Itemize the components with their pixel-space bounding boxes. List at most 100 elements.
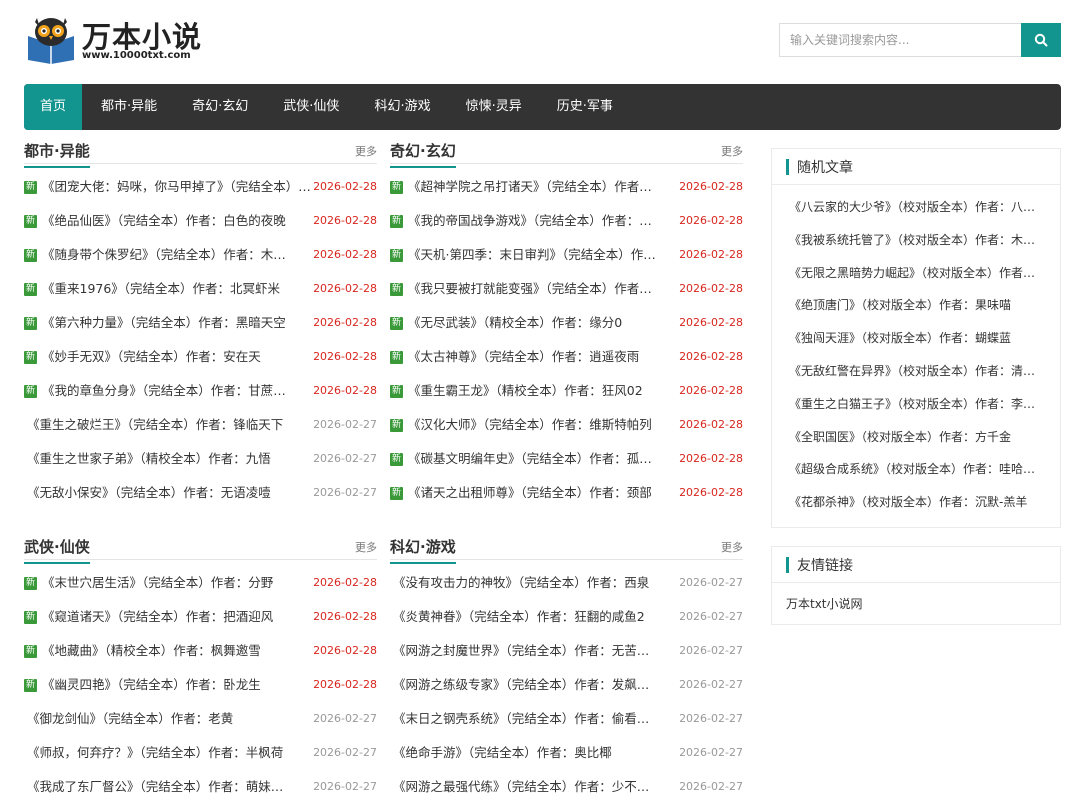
- book-date: 2026-02-28: [313, 610, 377, 623]
- nav-item-history[interactable]: 历史·军事: [541, 84, 629, 130]
- main-nav: 首页 都市·异能 奇幻·玄幻 武侠·仙侠 科幻·游戏 惊悚·灵异 历史·军事: [24, 84, 1061, 130]
- book-title-link[interactable]: 《末世穴居生活》（完结全本）作者：分野: [42, 566, 318, 600]
- book-title-link[interactable]: 《重生霸王龙》（精校全本）作者：狂风02: [408, 374, 684, 408]
- book-item: 《末日之钢壳系统》（完结全本）作者：偷看… 2026-02-27: [390, 702, 743, 736]
- book-title-link[interactable]: 《重生之破烂王》（完结全本）作者：锋临天下: [27, 408, 318, 442]
- panel-title: 友情链接: [797, 558, 853, 574]
- book-title-link[interactable]: 《网游之封魔世界》（完结全本）作者：无苦…: [393, 634, 684, 668]
- section-title[interactable]: 武侠·仙侠: [24, 536, 90, 564]
- book-title-link[interactable]: 《炎黄神眷》（完结全本）作者：狂翻的咸鱼2: [393, 600, 684, 634]
- book-title-link[interactable]: 《地藏曲》（精校全本）作者：枫舞邀雪: [42, 634, 318, 668]
- book-date: 2026-02-28: [313, 214, 377, 227]
- book-title-link[interactable]: 《碳基文明编年史》（完结全本）作者：孤…: [408, 442, 684, 476]
- book-date: 2026-02-27: [679, 746, 743, 759]
- panel-header: 随机文章: [772, 149, 1060, 185]
- book-date: 2026-02-28: [313, 180, 377, 193]
- book-title-link[interactable]: 《重生之世家子弟》（精校全本）作者：九悟: [27, 442, 318, 476]
- book-item: 新《团宠大佬：妈咪，你马甲掉了》（完结全本）作者：… 2026-02-28: [24, 170, 377, 204]
- book-date: 2026-02-27: [679, 678, 743, 691]
- book-title-link[interactable]: 《师叔，何弃疗？》（完结全本）作者：半枫荷: [27, 736, 318, 770]
- random-article-link[interactable]: 《无限之黑暗势力崛起》（校对版全本）作者…: [789, 257, 1046, 290]
- book-title-link[interactable]: 《团宠大佬：妈咪，你马甲掉了》（完结全本）作者：…: [42, 170, 318, 204]
- new-badge-icon: 新: [24, 385, 37, 398]
- book-item: 《御龙剑仙》（完结全本）作者：老黄 2026-02-27: [24, 702, 377, 736]
- book-title-link[interactable]: 《末日之钢壳系统》（完结全本）作者：偷看…: [393, 702, 684, 736]
- book-title-link[interactable]: 《无敌小保安》（完结全本）作者：无语凌噎: [27, 476, 318, 510]
- site-logo[interactable]: 万本小说 www.10000txt.com: [24, 12, 214, 68]
- book-date: 2026-02-27: [679, 712, 743, 725]
- book-title-link[interactable]: 《没有攻击力的神牧》（完结全本）作者：西泉: [393, 566, 684, 600]
- book-title-link[interactable]: 《我只要被打就能变强》（完结全本）作者…: [408, 272, 684, 306]
- random-article-link[interactable]: 《无敌红警在异界》（校对版全本）作者：清…: [789, 355, 1046, 388]
- book-list: 新《末世穴居生活》（完结全本）作者：分野 2026-02-28 新《窥道诸天》（完结…: [24, 566, 377, 804]
- random-article-link[interactable]: 《绝顶唐门》（校对版全本）作者：果味喵: [789, 289, 1046, 322]
- book-title-link[interactable]: 《网游之最强代练》（完结全本）作者：少不…: [393, 770, 684, 804]
- nav-item-scifi[interactable]: 科幻·游戏: [358, 84, 446, 130]
- book-title-link[interactable]: 《我成了东厂督公》（完结全本）作者：萌妹…: [27, 770, 318, 804]
- nav-item-urban[interactable]: 都市·异能: [85, 84, 173, 130]
- book-date: 2026-02-27: [313, 712, 377, 725]
- random-article-link[interactable]: 《花都杀神》（校对版全本）作者：沉默-羔羊: [789, 486, 1046, 519]
- book-date: 2026-02-27: [313, 746, 377, 759]
- book-title-link[interactable]: 《诸天之出租师尊》（完结全本）作者：颈部: [408, 476, 684, 510]
- random-article-link[interactable]: 《八云家的大少爷》（校对版全本）作者：八…: [789, 191, 1046, 224]
- random-article-link[interactable]: 《超级合成系统》（校对版全本）作者：哇哈…: [789, 453, 1046, 486]
- section-title[interactable]: 都市·异能: [24, 140, 90, 168]
- book-item: 新《无尽武装》（精校全本）作者：缘分0 2026-02-28: [390, 306, 743, 340]
- book-list: 《没有攻击力的神牧》（完结全本）作者：西泉 2026-02-27 《炎黄神眷》（完结…: [390, 566, 743, 804]
- more-link[interactable]: 更多: [721, 143, 743, 159]
- book-title-link[interactable]: 《第六种力量》（完结全本）作者：黑暗天空: [42, 306, 318, 340]
- search-box: [779, 23, 1061, 57]
- book-title-link[interactable]: 《天机·第四季：末日审判》（完结全本）作…: [408, 238, 684, 272]
- book-title-link[interactable]: 《我的章鱼分身》（完结全本）作者：甘蔗…: [42, 374, 318, 408]
- random-article-link[interactable]: 《全职国医》（校对版全本）作者：方千金: [789, 421, 1046, 454]
- new-badge-icon: 新: [390, 181, 403, 194]
- panel-accent-bar: [786, 159, 789, 175]
- nav-item-home[interactable]: 首页: [24, 84, 83, 130]
- book-title-link[interactable]: 《无尽武装》（精校全本）作者：缘分0: [408, 306, 684, 340]
- book-date: 2026-02-28: [679, 248, 743, 261]
- book-title-link[interactable]: 《我的帝国战争游戏》（完结全本）作者：…: [408, 204, 684, 238]
- book-title-link[interactable]: 《绝品仙医》（完结全本）作者：白色的夜晚: [42, 204, 318, 238]
- book-item: 新《重生霸王龙》（精校全本）作者：狂风02 2026-02-28: [390, 374, 743, 408]
- site-url: www.10000txt.com: [82, 50, 191, 61]
- random-articles-panel: 随机文章 《八云家的大少爷》（校对版全本）作者：八… 《我被系统托管了》（校对版全…: [771, 148, 1061, 528]
- search-input[interactable]: [779, 23, 1021, 57]
- book-item: 新《我只要被打就能变强》（完结全本）作者… 2026-02-28: [390, 272, 743, 306]
- section-title[interactable]: 奇幻·玄幻: [390, 140, 456, 168]
- search-button[interactable]: [1021, 23, 1061, 57]
- nav-item-wuxia[interactable]: 武侠·仙侠: [267, 84, 355, 130]
- book-item: 新《幽灵四艳》（完结全本）作者：卧龙生 2026-02-28: [24, 668, 377, 702]
- book-title-link[interactable]: 《随身带个侏罗纪》（完结全本）作者：木…: [42, 238, 318, 272]
- more-link[interactable]: 更多: [355, 539, 377, 555]
- book-title-link[interactable]: 《御龙剑仙》（完结全本）作者：老黄: [27, 702, 318, 736]
- book-item: 《网游之练级专家》（完结全本）作者：发飙… 2026-02-27: [390, 668, 743, 702]
- book-item: 《网游之最强代练》（完结全本）作者：少不… 2026-02-27: [390, 770, 743, 804]
- nav-item-fantasy[interactable]: 奇幻·玄幻: [176, 84, 264, 130]
- section-title[interactable]: 科幻·游戏: [390, 536, 456, 564]
- book-title-link[interactable]: 《超神学院之吊打诸天》（完结全本）作者…: [408, 170, 684, 204]
- book-title-link[interactable]: 《重来1976》（完结全本）作者：北冥虾米: [42, 272, 318, 306]
- book-date: 2026-02-28: [679, 384, 743, 397]
- friend-link[interactable]: 万本txt小说网: [772, 583, 1060, 624]
- random-article-link[interactable]: 《我被系统托管了》（校对版全本）作者：木…: [789, 224, 1046, 257]
- random-article-link[interactable]: 《重生之白猫王子》（校对版全本）作者：李…: [789, 388, 1046, 421]
- book-title-link[interactable]: 《妙手无双》（完结全本）作者：安在天: [42, 340, 318, 374]
- book-title-link[interactable]: 《绝命手游》（完结全本）作者：奥比椰: [393, 736, 684, 770]
- book-title-link[interactable]: 《太古神尊》（完结全本）作者：逍遥夜雨: [408, 340, 684, 374]
- friend-links-panel: 友情链接 万本txt小说网: [771, 546, 1061, 625]
- book-title-link[interactable]: 《幽灵四艳》（完结全本）作者：卧龙生: [42, 668, 318, 702]
- new-badge-icon: 新: [390, 249, 403, 262]
- book-item: 新《我的帝国战争游戏》（完结全本）作者：… 2026-02-28: [390, 204, 743, 238]
- book-list: 新《团宠大佬：妈咪，你马甲掉了》（完结全本）作者：… 2026-02-28 新 《绝品…: [24, 170, 377, 510]
- book-title-link[interactable]: 《网游之练级专家》（完结全本）作者：发飙…: [393, 668, 684, 702]
- section-wuxia: 武侠·仙侠 更多 新《末世穴居生活》（完结全本）作者：分野 2026-02-28 新…: [24, 530, 377, 804]
- more-link[interactable]: 更多: [355, 143, 377, 159]
- book-title-link[interactable]: 《窥道诸天》（完结全本）作者：把酒迎风: [42, 600, 318, 634]
- section-urban: 都市·异能 更多 新《团宠大佬：妈咪，你马甲掉了》（完结全本）作者：… 2026-…: [24, 134, 377, 510]
- random-article-link[interactable]: 《独闯天涯》（校对版全本）作者：蝴蝶蓝: [789, 322, 1046, 355]
- nav-item-horror[interactable]: 惊悚·灵异: [450, 84, 538, 130]
- book-title-link[interactable]: 《汉化大师》（完结全本）作者：维斯特帕列: [408, 408, 684, 442]
- more-link[interactable]: 更多: [721, 539, 743, 555]
- book-date: 2026-02-28: [313, 350, 377, 363]
